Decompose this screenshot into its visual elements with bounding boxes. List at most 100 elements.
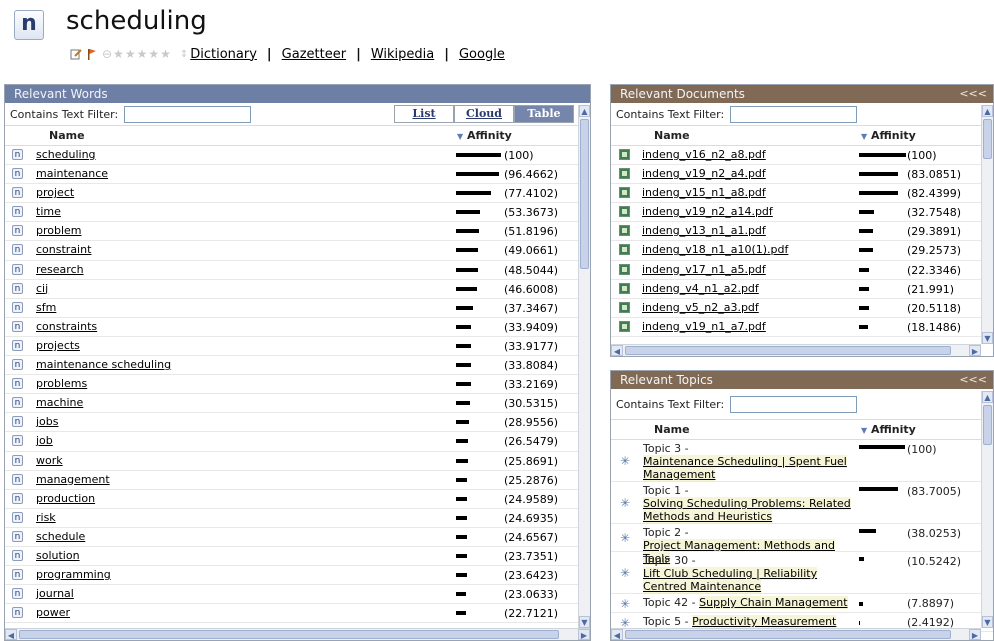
scroll-down-icon[interactable]: ▼ [982,616,993,628]
column-header-affinity[interactable]: ▼ Affinity [861,129,916,142]
scroll-right-icon[interactable]: ▶ [969,629,981,640]
table-row[interactable]: ✳ Topic 30 - Lift Club Scheduling | Reliab… [611,552,993,594]
scroll-right-icon[interactable]: ▶ [578,629,590,640]
table-row[interactable]: n problems (33.2169) [5,375,590,395]
scroll-thumb[interactable] [983,405,992,445]
table-row[interactable]: ✳ Topic 42 - Supply Chain Management (7.88… [611,594,993,613]
table-row[interactable]: n jobs (28.9556) [5,413,590,433]
table-row[interactable]: n scheduling (100) [5,146,590,166]
word-link[interactable]: maintenance [36,167,108,180]
topic-link[interactable]: Lift Club Scheduling | Reliability Centr… [643,567,818,593]
table-row[interactable]: ✳ Topic 1 - Solving Scheduling Problems: R… [611,482,993,524]
topic-link[interactable]: Productivity Measurement [692,615,837,628]
word-link[interactable]: scheduling [36,148,96,161]
table-row[interactable]: n maintenance (96.4662) [5,165,590,185]
document-link[interactable]: indeng_v13_n1_a1.pdf [642,224,766,237]
document-link[interactable]: indeng_v19_n2_a4.pdf [642,167,766,180]
vertical-scrollbar[interactable]: ▲ ▼ [981,105,993,344]
horizontal-scrollbar[interactable]: ◀ ▶ [611,344,981,356]
table-row[interactable]: n maintenance scheduling (33.8084) [5,356,590,376]
table-row[interactable]: indeng_v15_n1_a8.pdf (82.4399) [611,184,993,204]
word-link[interactable]: constraint [36,243,91,256]
wikipedia-link[interactable]: Wikipedia [371,47,434,62]
scroll-up-icon[interactable]: ▲ [982,391,993,403]
table-row[interactable]: indeng_v19_n1_a7.pdf (18.1486) [611,318,993,337]
word-link[interactable]: project [36,186,74,199]
table-row[interactable]: n journal (23.0633) [5,585,590,605]
table-row[interactable]: indeng_v19_n2_a14.pdf (32.7548) [611,203,993,223]
google-link[interactable]: Google [459,47,505,62]
horizontal-scrollbar[interactable]: ◀ ▶ [5,628,590,640]
table-row[interactable]: ✳ Topic 3 - Maintenance Scheduling | Spent… [611,440,993,482]
document-link[interactable]: indeng_v19_n2_a14.pdf [642,205,773,218]
table-row[interactable]: n solution (23.7351) [5,547,590,567]
column-header-affinity[interactable]: ▼ Affinity [861,423,916,436]
word-link[interactable]: projects [36,339,80,352]
word-link[interactable]: sfm [36,301,56,314]
horizontal-scrollbar[interactable]: ◀ ▶ [611,628,981,640]
word-link[interactable]: management [36,473,110,486]
document-link[interactable]: indeng_v5_n2_a3.pdf [642,301,759,314]
word-link[interactable]: research [36,263,84,276]
topic-link[interactable]: Maintenance Scheduling | Spent Fuel Mana… [643,455,847,481]
scroll-down-icon[interactable]: ▼ [579,616,590,628]
table-row[interactable]: n machine (30.5315) [5,394,590,414]
word-link[interactable]: production [36,492,95,505]
table-row[interactable]: n risk (24.6935) [5,509,590,528]
table-row[interactable]: indeng_v18_n1_a10(1).pdf (29.2573) [611,241,993,261]
table-row[interactable]: indeng_v4_n1_a2.pdf (21.991) [611,280,993,299]
word-link[interactable]: programming [36,568,111,581]
scroll-left-icon[interactable]: ◀ [5,629,17,640]
table-row[interactable]: indeng_v19_n2_a4.pdf (83.0851) [611,165,993,185]
table-row[interactable]: indeng_v16_n2_a8.pdf (100) [611,146,993,166]
tab-list[interactable]: List [394,105,454,123]
table-row[interactable]: indeng_v5_n2_a3.pdf (20.5118) [611,299,993,318]
word-link[interactable]: risk [36,511,56,524]
scroll-left-icon[interactable]: ◀ [611,345,623,356]
column-header-name[interactable]: Name [49,129,85,142]
word-link[interactable]: problem [36,224,82,237]
word-link[interactable]: schedule [36,530,85,543]
flag-icon[interactable] [86,48,98,60]
scroll-down-icon[interactable]: ▼ [982,332,993,344]
word-link[interactable]: solution [36,549,80,562]
vertical-scrollbar[interactable]: ▲ ▼ [981,391,993,628]
document-link[interactable]: indeng_v4_n1_a2.pdf [642,282,759,295]
edit-icon[interactable] [70,48,82,60]
table-row[interactable]: n schedule (24.6567) [5,528,590,547]
hscroll-thumb[interactable] [19,630,559,639]
table-row[interactable]: n cij (46.6008) [5,280,590,299]
scroll-thumb[interactable] [580,119,589,269]
table-row[interactable]: ✳ Topic 2 - Project Management: Methods an… [611,524,993,565]
table-row[interactable]: n programming (23.6423) [5,566,590,586]
collapse-button[interactable]: <<< [959,371,987,389]
table-row[interactable]: n time (53.3673) [5,203,590,223]
document-link[interactable]: indeng_v19_n1_a7.pdf [642,320,766,333]
column-header-name[interactable]: Name [654,423,690,436]
table-row[interactable]: indeng_v13_n1_a1.pdf (29.3891) [611,222,993,242]
word-link[interactable]: machine [36,396,83,409]
scroll-thumb[interactable] [983,119,992,159]
table-row[interactable]: n constraint (49.0661) [5,241,590,261]
column-header-name[interactable]: Name [654,129,690,142]
hscroll-thumb[interactable] [625,630,951,639]
scroll-up-icon[interactable]: ▲ [982,105,993,117]
table-row[interactable]: n job (26.5479) [5,432,590,452]
scroll-left-icon[interactable]: ◀ [611,629,623,640]
filter-input[interactable] [730,395,858,413]
filter-input[interactable] [124,105,252,123]
tab-table[interactable]: Table [514,105,574,123]
scroll-right-icon[interactable]: ▶ [969,345,981,356]
table-row[interactable]: n work (25.8691) [5,452,590,471]
gazetteer-link[interactable]: Gazetteer [282,47,346,62]
rating-stars[interactable]: ⊖★★★★★ [102,47,172,61]
table-row[interactable]: n projects (33.9177) [5,337,590,357]
table-row[interactable]: n production (24.9589) [5,490,590,509]
word-link[interactable]: problems [36,377,87,390]
table-row[interactable]: n research (48.5044) [5,261,590,280]
document-link[interactable]: indeng_v16_n2_a8.pdf [642,148,766,161]
filter-input[interactable] [730,105,858,123]
scroll-up-icon[interactable]: ▲ [579,105,590,117]
word-link[interactable]: power [36,606,70,619]
document-link[interactable]: indeng_v18_n1_a10(1).pdf [642,243,788,256]
